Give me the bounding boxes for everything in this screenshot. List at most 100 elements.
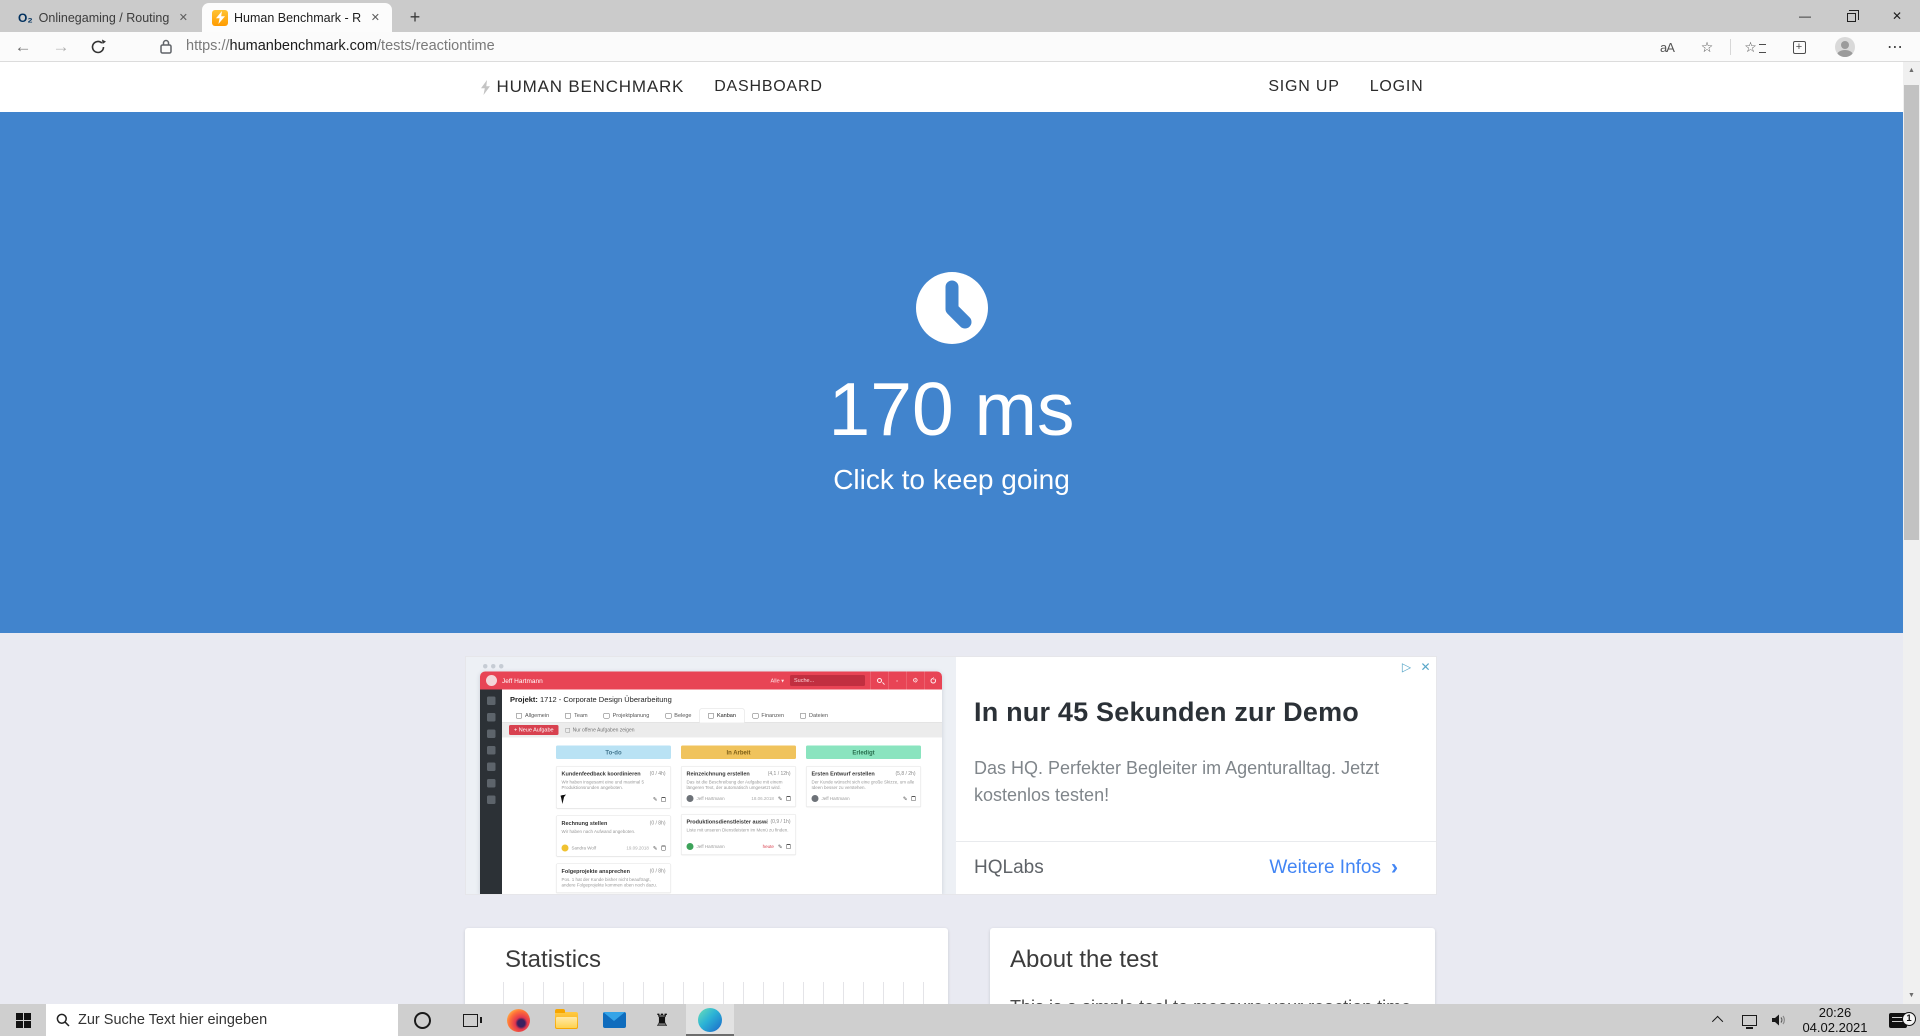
ad-advertiser: HQLabs — [974, 857, 1044, 878]
close-button[interactable]: ✕ — [1874, 0, 1920, 32]
nav-signup[interactable]: SIGN UP — [1268, 78, 1339, 96]
translate-icon[interactable]: aA — [1652, 32, 1682, 62]
app-tab: Dateien — [792, 709, 836, 723]
favorites-icon[interactable]: ☆ — [1740, 32, 1770, 62]
kanban-card: Ersten Entwurf erstellen (5,8 / 2h) Der K… — [806, 766, 921, 807]
browser-tab-onlinegaming[interactable]: O₂ Onlinegaming / Routing / Packe ✕ — [8, 3, 200, 32]
star-glyph: ☆ — [1744, 38, 1757, 55]
search-icon — [56, 1013, 70, 1027]
app-toolbar: + Neue Aufgabe Nur offene Aufgaben zeige… — [502, 722, 942, 738]
app-tab: Team — [557, 709, 595, 723]
kanban-card: Kundenfeedback koordinieren (0 / 4h) Wir … — [556, 766, 671, 809]
new-task-button: + Neue Aufgabe — [509, 725, 559, 735]
taskbar-app[interactable]: ♜ — [638, 1004, 686, 1036]
nav-login[interactable]: LOGIN — [1370, 78, 1424, 96]
action-center-button[interactable]: 1 — [1876, 1011, 1920, 1028]
statistics-chart — [503, 982, 934, 1004]
page-scrollbar[interactable]: ▲ ▼ — [1903, 62, 1920, 1004]
lightning-icon — [480, 79, 490, 95]
new-tab-button[interactable]: + — [402, 5, 428, 29]
cortana-button[interactable] — [398, 1004, 446, 1036]
window-dots — [480, 663, 942, 672]
statistics-title: Statistics — [505, 946, 602, 973]
trash-icon — [911, 796, 916, 801]
user-avatar — [486, 675, 497, 686]
forward-button[interactable]: → — [46, 32, 76, 62]
adchoices-icon[interactable]: ▷ — [1399, 659, 1414, 674]
edit-icon: ✎ — [777, 795, 783, 802]
edit-icon: ✎ — [652, 845, 658, 852]
about-title: About the test — [1010, 946, 1159, 973]
taskbar-edge[interactable] — [686, 1004, 734, 1036]
ad-text-panel: In nur 45 Sekunden zur Demo Das HQ. Perf… — [956, 657, 1436, 894]
windows-taskbar: ♜ 20:26 04.02.2021 1 — [0, 1004, 1920, 1036]
taskbar-mail[interactable] — [590, 1004, 638, 1036]
browser-menu-icon[interactable]: ⋯ — [1880, 32, 1910, 62]
scrollbar-thumb[interactable] — [1904, 85, 1919, 540]
taskbar-search[interactable] — [46, 1004, 398, 1036]
ad-headline[interactable]: In nur 45 Sekunden zur Demo — [974, 697, 1359, 728]
scroll-down-icon[interactable]: ▼ — [1903, 987, 1920, 1004]
start-button[interactable] — [0, 1004, 46, 1036]
reaction-test-area[interactable]: 170 ms Click to keep going — [0, 112, 1903, 633]
mail-icon — [602, 1012, 626, 1028]
app-icon: ♜ — [654, 1010, 670, 1030]
scroll-up-icon[interactable]: ▲ — [1903, 62, 1920, 79]
adchoices-controls: ▷ ✕ — [1399, 659, 1433, 674]
restore-button[interactable] — [1828, 0, 1874, 32]
column-header: Erledigt — [806, 745, 921, 759]
nav-dashboard[interactable]: DASHBOARD — [714, 78, 823, 96]
app-tab: Projektplanung — [596, 709, 658, 723]
back-button[interactable]: ← — [8, 32, 38, 62]
app-tabs: Allgemein Team Projektplanung Belege Kan… — [502, 708, 942, 723]
clock-time: 20:26 — [1818, 1005, 1852, 1020]
column-header: In Arbeit — [681, 745, 796, 759]
taskbar-search-input[interactable] — [78, 1012, 358, 1028]
ad-close-icon[interactable]: ✕ — [1418, 659, 1433, 674]
browser-tab-bar: O₂ Onlinegaming / Routing / Packe ✕ Huma… — [0, 0, 1920, 32]
refresh-button[interactable] — [86, 35, 110, 59]
restore-icon — [1846, 9, 1859, 22]
lock-icon[interactable] — [160, 39, 172, 59]
kanban-column-todo: To-do Kundenfeedback koordinieren (0 / 4h… — [556, 745, 671, 893]
taskbar-clock[interactable]: 20:26 04.02.2021 — [1794, 1005, 1876, 1035]
power-icon — [924, 671, 942, 690]
window-controls: — ✕ — [1782, 0, 1920, 32]
app-tab-kanban: Kanban — [699, 708, 745, 723]
assignee-avatar — [811, 795, 819, 802]
address-bar[interactable]: https://humanbenchmark.com/tests/reactio… — [186, 38, 495, 54]
trash-icon — [786, 796, 791, 801]
ad-cta-link[interactable]: Weitere Infos — [1269, 857, 1381, 879]
speaker-icon — [1772, 1014, 1785, 1026]
ad-footer: HQLabs Weitere Infos › — [956, 841, 1436, 894]
site-logo[interactable]: HUMAN BENCHMARK — [480, 77, 685, 97]
search-icon — [870, 671, 888, 690]
volume-tray-icon[interactable] — [1764, 1004, 1794, 1036]
filter-dropdown: Alle ▾ — [770, 677, 784, 684]
trash-icon — [661, 796, 666, 802]
collections-icon[interactable]: + — [1784, 32, 1814, 62]
tab-close-icon[interactable]: ✕ — [367, 9, 384, 26]
taskbar-firefox[interactable] — [494, 1004, 542, 1036]
toolbar-divider — [1730, 39, 1731, 55]
filter-checkbox: Nur offene Aufgaben zeigen — [565, 727, 635, 733]
profile-avatar[interactable] — [1830, 32, 1860, 62]
network-tray-icon[interactable] — [1734, 1004, 1764, 1036]
user-name: Jeff Hartmann — [502, 676, 543, 685]
about-card: About the test This is a simple tool to … — [990, 928, 1435, 1004]
minimize-button[interactable]: — — [1782, 0, 1828, 32]
cursor-icon — [560, 794, 568, 804]
windows-logo-icon — [15, 1012, 31, 1028]
tab-close-icon[interactable]: ✕ — [175, 9, 192, 26]
kanban-card: Produktionsdienstleister auswäh...(0,9 /… — [681, 814, 796, 855]
ad-banner[interactable]: Jeff Hartmann Alle ▾ Suche... ◦ ⚙ Projek… — [465, 656, 1437, 895]
task-view-button[interactable] — [446, 1004, 494, 1036]
browser-tab-humanbenchmark[interactable]: Human Benchmark - Reaction Ti ✕ — [202, 3, 392, 32]
tray-chevron[interactable] — [1704, 1004, 1734, 1036]
taskbar-explorer[interactable] — [542, 1004, 590, 1036]
kanban-column-erledigt: Erledigt Ersten Entwurf erstellen (5,8 / … — [806, 745, 921, 894]
reaction-time-result: 170 ms — [828, 367, 1075, 451]
ad-screenshot: Jeff Hartmann Alle ▾ Suche... ◦ ⚙ Projek… — [466, 657, 956, 894]
project-title: Projekt: 1712 - Corporate Design Überarb… — [510, 695, 672, 705]
add-favorite-icon[interactable]: ☆ — [1692, 32, 1722, 62]
